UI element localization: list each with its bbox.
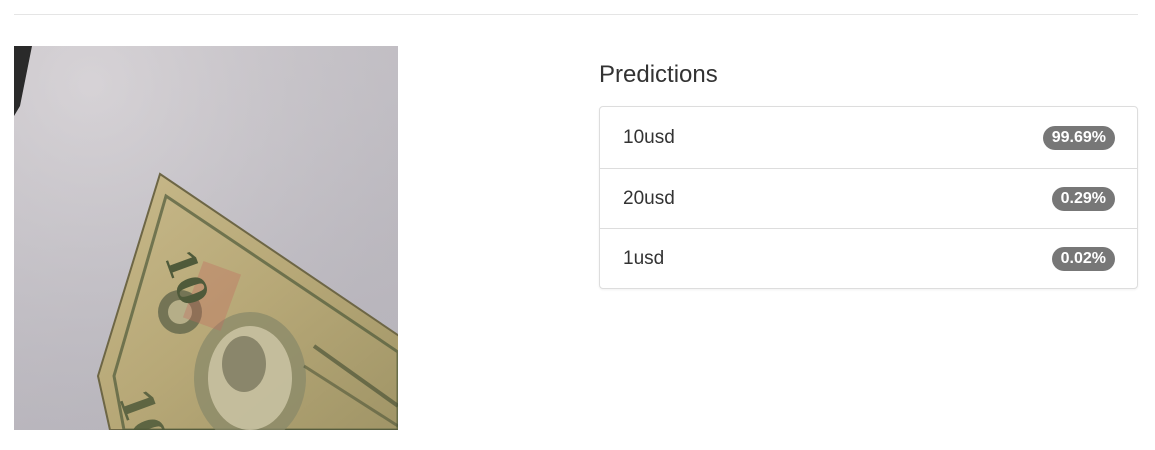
predictions-title: Predictions	[599, 61, 718, 88]
score-badge: 99.69%	[1042, 125, 1115, 150]
score-badge: 0.29%	[1051, 186, 1115, 211]
prediction-label: 10usd	[623, 126, 675, 148]
uploaded-image: 10 10	[14, 46, 398, 430]
list-item: 10usd 99.69%	[600, 107, 1137, 168]
list-item: 1usd 0.02%	[600, 228, 1137, 288]
score-badge: 0.02%	[1051, 246, 1115, 271]
top-divider	[14, 14, 1138, 15]
predictions-panel: Predictions 10usd 99.69% 20usd 0.29% 1us…	[599, 58, 1138, 289]
banknote-photo-illustration: 10 10	[14, 46, 398, 430]
predictions-list: 10usd 99.69% 20usd 0.29% 1usd 0.02%	[599, 106, 1138, 289]
list-item: 20usd 0.29%	[600, 168, 1137, 228]
prediction-label: 1usd	[623, 247, 665, 269]
prediction-label: 20usd	[623, 187, 675, 209]
